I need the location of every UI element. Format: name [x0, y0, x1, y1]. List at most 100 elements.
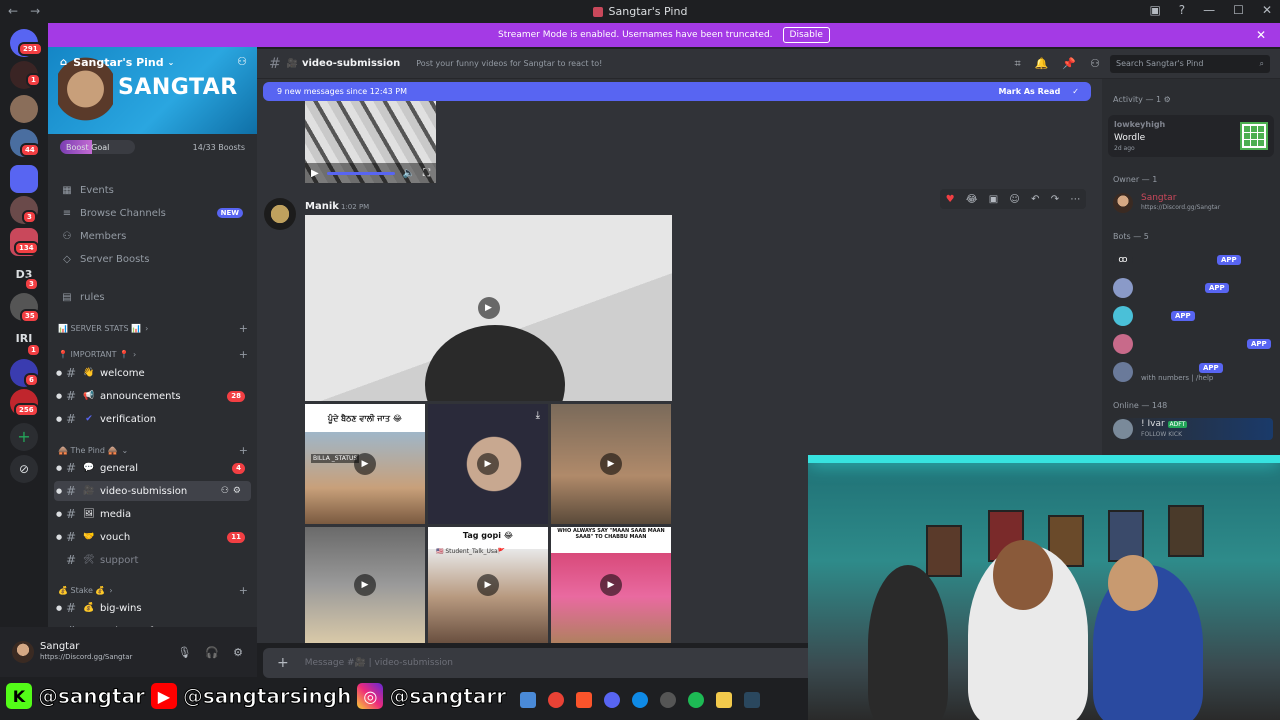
- category-stake[interactable]: 💰 Stake 💰 › +: [58, 584, 248, 597]
- threads-icon[interactable]: ⌗: [1015, 57, 1021, 71]
- user-info[interactable]: Sangtar https://Discord.gg/Sangtar: [40, 641, 132, 663]
- edge-icon[interactable]: [632, 692, 648, 708]
- channel-big-wins[interactable]: ● # 💰 big-wins: [54, 598, 251, 618]
- member-online[interactable]: ! Ivar ADFT FOLLOW KICK: [1113, 418, 1273, 440]
- gear-icon[interactable]: ⚙: [1164, 95, 1171, 104]
- spotify-icon[interactable]: [688, 692, 704, 708]
- more-icon[interactable]: ⋯: [1070, 194, 1080, 205]
- play-icon[interactable]: ▶: [477, 297, 500, 319]
- headphones-icon[interactable]: 🎧: [205, 646, 219, 659]
- close-button[interactable]: ✕: [1262, 3, 1272, 17]
- help-icon[interactable]: ?: [1179, 3, 1185, 17]
- avatar[interactable]: [264, 198, 296, 230]
- channel-settings-icon[interactable]: ⚇⚙: [221, 486, 245, 496]
- minimize-button[interactable]: —: [1203, 3, 1215, 17]
- nav-server-boosts[interactable]: ◇ Server Boosts: [56, 248, 249, 270]
- obs-icon[interactable]: [660, 692, 676, 708]
- search-input[interactable]: Search Sangtar's Pind ⌕: [1110, 54, 1270, 73]
- play-icon[interactable]: ▶: [354, 574, 376, 596]
- reply-icon[interactable]: ↶: [1031, 194, 1039, 205]
- category-important[interactable]: 📍 IMPORTANT 📍 › +: [58, 348, 248, 361]
- channel-announcements[interactable]: ● # 📢 announcements 28: [54, 386, 251, 406]
- mark-as-read-button[interactable]: Mark As Read: [998, 87, 1060, 96]
- nav-events[interactable]: ▦ Events: [56, 179, 249, 201]
- folder-icon[interactable]: [10, 165, 38, 193]
- member-bot[interactable]: ꝏ APP: [1113, 249, 1273, 271]
- channel-video-submission[interactable]: ● # 🎥 video-submission ⚇⚙: [54, 481, 251, 501]
- nav-browse-channels[interactable]: ≡ Browse Channels NEW: [56, 202, 249, 224]
- discord-icon[interactable]: [604, 692, 620, 708]
- category-the-pind[interactable]: 🛖 The Pind 🛖 ⌄ +: [58, 444, 248, 457]
- member-list-icon[interactable]: ⚇: [1090, 57, 1100, 71]
- inbox-icon[interactable]: ▣: [1149, 3, 1160, 17]
- disable-button[interactable]: Disable: [782, 27, 830, 43]
- video-attachment[interactable]: WHO ALWAYS SAY "MAAN SAAB MAAN SAAB" TO …: [551, 527, 671, 643]
- add-attachment-icon[interactable]: +: [277, 655, 289, 671]
- heart-reaction-icon[interactable]: ♥: [946, 194, 955, 205]
- laugh-reaction-icon[interactable]: 😂: [966, 194, 978, 205]
- video-attachment[interactable]: Tag gopi 😂 🇺🇸 Student_Talk_Usa🚩 ▶: [428, 527, 548, 643]
- member-bot[interactable]: with numbers | /help APP: [1113, 361, 1273, 383]
- fullscreen-icon[interactable]: ⛶: [423, 168, 430, 179]
- new-messages-bar[interactable]: 9 new messages since 12:43 PM Mark As Re…: [263, 82, 1091, 101]
- server-icon[interactable]: [10, 95, 38, 123]
- back-arrow-icon[interactable]: ←: [8, 4, 18, 18]
- gear-icon[interactable]: ⚙: [233, 646, 243, 659]
- channel-verification[interactable]: ● # ✔ verification: [54, 409, 251, 429]
- microphone-icon[interactable]: 🎙: [177, 646, 191, 659]
- member-owner[interactable]: Sangtar https://Discord.gg/Sangtar: [1113, 192, 1273, 214]
- add-channel-icon[interactable]: +: [239, 584, 248, 597]
- volume-icon[interactable]: 🔈: [403, 168, 415, 179]
- channel-welcome[interactable]: ● # 👋 welcome: [54, 363, 251, 383]
- activity-card[interactable]: lowkeyhigh Wordle 2d ago: [1108, 115, 1274, 157]
- close-icon[interactable]: ✕: [1256, 28, 1266, 42]
- add-channel-icon[interactable]: +: [239, 348, 248, 361]
- channel-vouch[interactable]: ● # 🤝 vouch 11: [54, 527, 251, 547]
- brave-icon[interactable]: [576, 692, 592, 708]
- server-name-header[interactable]: ⌂ Sangtar's Pind ⌄ ⚇: [48, 47, 257, 77]
- play-icon[interactable]: ▶: [477, 453, 499, 475]
- play-icon[interactable]: ▶: [600, 574, 622, 596]
- download-icon[interactable]: ⤓: [536, 410, 540, 421]
- play-icon[interactable]: ▶: [311, 168, 319, 179]
- video-attachment[interactable]: ⤓ ▶: [428, 404, 548, 524]
- boost-goal[interactable]: Boost Goal 14/33 Boosts: [48, 134, 257, 160]
- add-channel-icon[interactable]: +: [239, 444, 248, 457]
- forward-arrow-icon[interactable]: →: [30, 4, 40, 18]
- steam-icon[interactable]: [744, 692, 760, 708]
- folder-icon[interactable]: [716, 692, 732, 708]
- play-icon[interactable]: ▶: [477, 574, 499, 596]
- member-bot[interactable]: APP: [1113, 277, 1273, 299]
- bell-icon[interactable]: 🔔: [1035, 57, 1049, 71]
- chrome-icon[interactable]: [548, 692, 564, 708]
- forward-icon[interactable]: ↷: [1051, 194, 1059, 205]
- play-icon[interactable]: ▶: [354, 453, 376, 475]
- add-reaction-icon[interactable]: ☺: [1009, 194, 1019, 205]
- add-server-icon[interactable]: +: [10, 423, 38, 451]
- video-player[interactable]: ▶ 🔈 ⛶: [305, 101, 436, 183]
- invite-icon[interactable]: ⚇: [237, 55, 247, 68]
- channel-media[interactable]: ● # 🖼 media: [54, 504, 251, 524]
- channel-support[interactable]: # 🛠 support: [54, 550, 251, 570]
- video-attachment[interactable]: ▶: [551, 404, 671, 524]
- video-attachment[interactable]: ▶: [305, 527, 425, 643]
- video-attachment[interactable]: ਪੂੰਦੇ ਬੈਠਣ ਵਾਲੀ ਜਾਤ 😂 BILLA _STATUS ▶: [305, 404, 425, 524]
- discover-icon[interactable]: ⊘: [10, 455, 38, 483]
- maximize-button[interactable]: ☐: [1233, 3, 1244, 17]
- channel-rules[interactable]: ▤ rules: [56, 286, 249, 308]
- video-attachment[interactable]: ▶: [305, 215, 672, 401]
- sticker-reaction-icon[interactable]: ▣: [989, 194, 998, 205]
- nav-members[interactable]: ⚇ Members: [56, 225, 249, 247]
- explorer-icon[interactable]: [520, 692, 536, 708]
- avatar[interactable]: [12, 641, 34, 663]
- category-server-stats[interactable]: 📊 SERVER STATS 📊 › +: [58, 322, 248, 335]
- member-bot[interactable]: APP: [1113, 305, 1273, 327]
- add-channel-icon[interactable]: +: [239, 322, 248, 335]
- message-author[interactable]: Manik: [305, 201, 339, 212]
- channel-topic[interactable]: Post your funny videos for Sangtar to re…: [416, 59, 602, 68]
- member-bot[interactable]: APP: [1113, 333, 1273, 355]
- pin-icon[interactable]: 📌: [1062, 57, 1076, 71]
- play-icon[interactable]: ▶: [600, 453, 622, 475]
- channel-general[interactable]: ● # 💬 general 4: [54, 458, 251, 478]
- volume-slider[interactable]: [326, 171, 395, 175]
